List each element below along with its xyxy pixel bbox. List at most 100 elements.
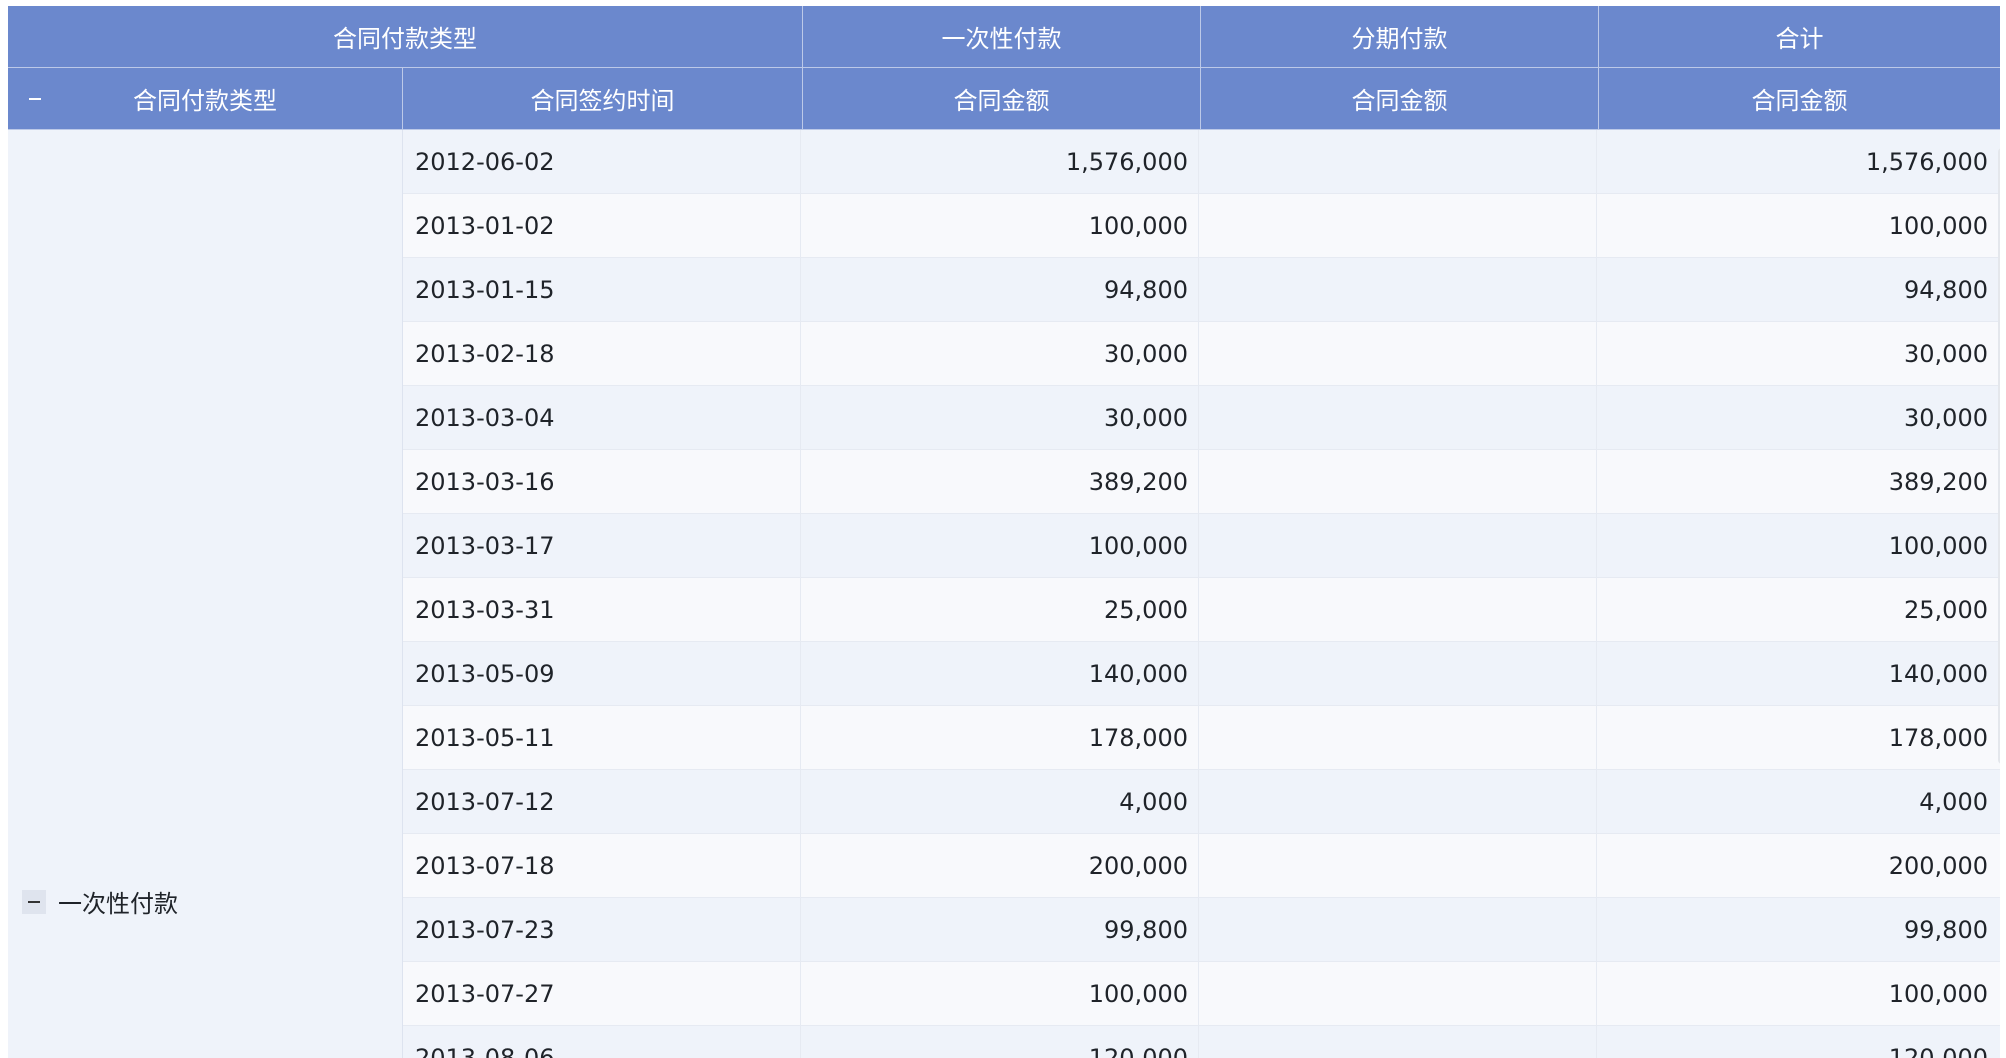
subheader-amount-installment[interactable]: 合同金额: [1201, 68, 1599, 130]
cell-installment-amount: [1199, 130, 1597, 193]
cell-total-amount: 100,000: [1888, 531, 1988, 560]
collapse-all-icon[interactable]: [26, 90, 44, 108]
cell-one-time-amount: 100,000: [801, 962, 1199, 1025]
cell-total-amount: 99,800: [1904, 915, 1988, 944]
cell-total-amount: 30,000: [1904, 403, 1988, 432]
cell-total-amount: 4,000: [1919, 787, 1988, 816]
cell-total-amount: 25,000: [1904, 595, 1988, 624]
cell-one-time-amount: 140,000: [801, 642, 1199, 705]
subheader-sign-date-label: 合同签约时间: [530, 87, 675, 115]
header-one-time-payment-label: 一次性付款: [941, 25, 1062, 53]
cell-sign-date: 2012-06-02: [403, 130, 801, 193]
subheader-amount-total[interactable]: 合同金额: [1599, 68, 2000, 130]
table-row: 2013-08-06 120,000 120,000: [403, 1026, 2000, 1058]
header-payment-type-group-label: 合同付款类型: [333, 25, 477, 53]
cell-total-amount: 30,000: [1904, 339, 1988, 368]
table-row: 2013-03-31 25,000 25,000: [403, 578, 2000, 642]
cell-sign-date: 2013-02-18: [403, 322, 801, 385]
cell-installment-amount: [1199, 258, 1597, 321]
cell-total-amount: 94,800: [1904, 275, 1988, 304]
cell-sign-date: 2013-03-16: [403, 450, 801, 513]
table-body: 2012-06-02 1,576,000 1,576,000 2013-01-0…: [403, 130, 2000, 1058]
table-row: 2013-01-02 100,000 100,000: [403, 194, 2000, 258]
cell-sign-date: 2013-01-02: [403, 194, 801, 257]
cell-sign-date: 2013-03-17: [403, 514, 801, 577]
cell-sign-date: 2013-03-31: [403, 578, 801, 641]
table-row: 2013-07-27 100,000 100,000: [403, 962, 2000, 1026]
header-installment-payment-label: 分期付款: [1351, 25, 1448, 53]
subheader-amount-total-label: 合同金额: [1751, 87, 1848, 115]
table-row: 2013-07-23 99,800 99,800: [403, 898, 2000, 962]
cell-sign-date: 2013-07-18: [403, 834, 801, 897]
table-row: 2013-03-17 100,000 100,000: [403, 514, 2000, 578]
cell-installment-amount: [1199, 194, 1597, 257]
table-row: 2013-03-04 30,000 30,000: [403, 386, 2000, 450]
cell-sign-date: 2013-01-15: [403, 258, 801, 321]
table-row: 2013-02-18 30,000 30,000: [403, 322, 2000, 386]
table-row: 2013-03-16 389,200 389,200: [403, 450, 2000, 514]
cell-sign-date: 2013-07-27: [403, 962, 801, 1025]
subheader-payment-type[interactable]: 合同付款类型: [8, 68, 403, 130]
collapse-group-icon[interactable]: [22, 889, 46, 914]
group-cell-one-time: 一次性付款: [8, 130, 403, 1058]
cell-one-time-amount: 30,000: [801, 322, 1199, 385]
cell-sign-date: 2013-05-09: [403, 642, 801, 705]
cell-installment-amount: [1199, 322, 1597, 385]
cell-installment-amount: [1199, 898, 1597, 961]
subheader-payment-type-label: 合同付款类型: [133, 87, 277, 115]
cell-one-time-amount: 178,000: [801, 706, 1199, 769]
header-total[interactable]: 合计: [1599, 6, 2000, 68]
header-installment-payment[interactable]: 分期付款: [1201, 6, 1599, 68]
cell-sign-date: 2013-08-06: [403, 1026, 801, 1058]
cell-one-time-amount: 1,576,000: [801, 130, 1199, 193]
cell-installment-amount: [1199, 1026, 1597, 1058]
table-row: 2012-06-02 1,576,000 1,576,000: [403, 130, 2000, 194]
cell-one-time-amount: 200,000: [801, 834, 1199, 897]
table-row: 2013-07-18 200,000 200,000: [403, 834, 2000, 898]
cell-sign-date: 2013-07-23: [403, 898, 801, 961]
table-row: 2013-07-12 4,000 4,000: [403, 770, 2000, 834]
cell-installment-amount: [1199, 578, 1597, 641]
cell-one-time-amount: 94,800: [801, 258, 1199, 321]
cell-total-amount: 100,000: [1888, 211, 1988, 240]
cell-installment-amount: [1199, 450, 1597, 513]
cell-one-time-amount: 99,800: [801, 898, 1199, 961]
cell-one-time-amount: 30,000: [801, 386, 1199, 449]
cell-installment-amount: [1199, 770, 1597, 833]
cell-total-amount: 120,000: [1888, 1043, 1988, 1058]
group-label: 一次性付款: [58, 890, 178, 918]
cell-installment-amount: [1199, 834, 1597, 897]
subheader-sign-date[interactable]: 合同签约时间: [403, 68, 803, 130]
cell-total-amount: 200,000: [1888, 851, 1988, 880]
cell-total-amount: 140,000: [1888, 659, 1988, 688]
header-one-time-payment[interactable]: 一次性付款: [803, 6, 1201, 68]
table-row: 2013-05-09 140,000 140,000: [403, 642, 2000, 706]
cell-one-time-amount: 25,000: [801, 578, 1199, 641]
cell-installment-amount: [1199, 386, 1597, 449]
cell-total-amount: 100,000: [1888, 979, 1988, 1008]
table-row: 2013-01-15 94,800 94,800: [403, 258, 2000, 322]
cell-sign-date: 2013-03-04: [403, 386, 801, 449]
header-payment-type-group: 合同付款类型: [8, 6, 803, 68]
cell-total-amount: 389,200: [1888, 467, 1988, 496]
cell-installment-amount: [1199, 706, 1597, 769]
cell-one-time-amount: 100,000: [801, 514, 1199, 577]
cell-total-amount: 1,576,000: [1865, 147, 1988, 176]
cell-sign-date: 2013-05-11: [403, 706, 801, 769]
cell-one-time-amount: 4,000: [801, 770, 1199, 833]
group-row-header[interactable]: 一次性付款: [22, 884, 178, 919]
cell-installment-amount: [1199, 962, 1597, 1025]
cell-total-amount: 178,000: [1888, 723, 1988, 752]
pivot-table-page: 合同付款类型 一次性付款 分期付款 合计 合同付款类型 合同签约时间 合同金额 …: [0, 0, 2006, 1058]
subheader-amount-one-time[interactable]: 合同金额: [803, 68, 1201, 130]
cell-one-time-amount: 100,000: [801, 194, 1199, 257]
subheader-amount-installment-label: 合同金额: [1351, 87, 1448, 115]
cell-one-time-amount: 389,200: [801, 450, 1199, 513]
cell-installment-amount: [1199, 514, 1597, 577]
table-row: 2013-05-11 178,000 178,000: [403, 706, 2000, 770]
subheader-amount-one-time-label: 合同金额: [953, 87, 1050, 115]
cell-installment-amount: [1199, 642, 1597, 705]
vertical-scrollbar[interactable]: [1998, 148, 2000, 764]
cell-sign-date: 2013-07-12: [403, 770, 801, 833]
pivot-table: 合同付款类型 一次性付款 分期付款 合计 合同付款类型 合同签约时间 合同金额 …: [8, 6, 2000, 1058]
